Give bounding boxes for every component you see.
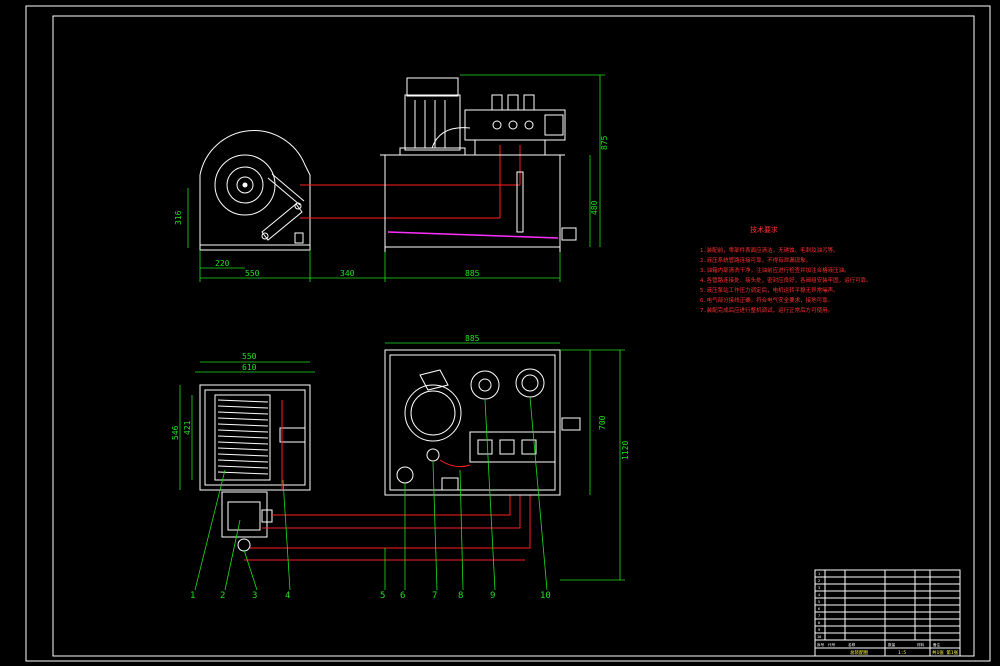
winch-drum-center [242,182,248,188]
pressure-gauge-dial [521,374,539,392]
pipe-plan-2 [262,495,521,529]
tech-req-line-1: 1.装配前，零部件表面应清洁，无锈蚀、毛刺及油污等。 [700,246,839,254]
side-valve [561,417,581,431]
plan-view: 550 610 546 421 885 700 1120 [171,334,630,581]
solenoid-valve-1 [491,94,503,111]
balloon-6: 6 [400,591,405,601]
valve-block-base [474,139,546,156]
tb-row-2: 2 [818,579,820,583]
filter-plan [470,370,500,400]
tb-row-6: 6 [818,607,820,611]
balloon-7: 7 [432,591,437,601]
dim-875-label: 875 [600,135,609,150]
valve-plan-2 [499,439,515,455]
dim-421-label: 421 [183,420,192,435]
oil-tank-plan [384,349,561,496]
balloon-1: 1 [190,591,195,601]
solenoid-valve-2 [507,94,519,111]
balloon-3: 3 [252,591,257,601]
tb-row-3: 3 [818,586,820,590]
tb-row-9: 9 [818,628,820,632]
pipe-plan-3 [250,495,531,549]
title-block: 1 2 3 4 5 6 7 8 9 10 序号 代号 名称 数量 材料 备注 总… [814,569,961,657]
motor-plan-outer [404,384,462,442]
tb-header-5: 材料 [917,642,925,647]
motor-body [404,94,461,151]
tb-header-4: 数量 [888,642,896,647]
tb-row-4: 4 [818,593,820,597]
solenoid-valve-3 [523,94,535,111]
cable-windings [217,399,269,475]
tech-req-line-5: 5.液压泵站工作压力调定后，电机运转平稳无异常噪声。 [700,286,839,294]
pressure-gauge [515,368,545,398]
technical-requirements: 技术要求 1.装配前，零部件表面应清洁，无锈蚀、毛刺及油污等。 2.液压系统管路… [700,225,872,314]
motor-plan-inner [410,390,456,436]
drain-valve [561,227,577,241]
balloon-9: 9 [490,591,495,601]
balloon-10: 10 [540,591,551,601]
balloon-8: 8 [458,591,463,601]
brake-arm [267,177,301,206]
tech-req-line-3: 3.油箱内部清洗干净，注油前应进行检查并加注合格液压油。 [700,266,850,274]
pump-suction [426,448,440,462]
pipe-fitting [441,477,459,491]
dim-480-label: 480 [590,200,599,215]
side-elevation-view: 316 220 550 340 885 875 480 [174,74,609,282]
filter-plan-core [478,378,492,392]
breather-cap [396,466,414,484]
relief-valve [544,114,564,136]
tb-row-7: 7 [818,614,820,618]
valve-plan-1 [477,439,493,455]
tb-header-2: 代号 [828,642,836,647]
tb-header-1: 序号 [817,642,825,647]
motor-pipe [431,127,471,149]
pipe-plan-1 [272,495,511,516]
motor-flange [399,147,466,156]
dim-885-label: 885 [465,269,480,278]
tb-row-10: 10 [817,635,821,639]
winch-base-plate [199,244,311,251]
brake-unit-plan [279,427,306,443]
valve-knob-2 [508,120,518,130]
tb-row-8: 8 [818,621,820,625]
tb-drawing-name: 总装配图 [850,649,868,656]
tb-row-5: 5 [818,600,820,604]
balloon-5: 5 [380,591,385,601]
tb-row-1: 1 [818,572,820,576]
motor-coupling [227,501,261,531]
dim-546-label: 546 [171,425,180,440]
balloon-2: 2 [220,591,225,601]
dim-1120-label: 1120 [621,441,630,460]
suction-pipe [439,459,471,468]
dim-220-label: 220 [215,259,230,268]
motor-fan-cover [406,77,459,97]
output-flange [237,538,251,552]
cad-drawing-canvas: 316 220 550 340 885 875 480 550 610 546 … [25,5,991,662]
brake-arm-2 [271,173,305,202]
valve-knob-1 [492,120,502,130]
dim-885-plan-label: 885 [465,334,480,343]
dim-550-label: 550 [245,269,260,278]
dim-316-label: 316 [174,210,183,225]
valve-knob-3 [524,120,534,130]
tb-sheet: 共1张 第1张 [932,649,959,656]
dim-340-label: 340 [340,269,355,278]
tech-req-line-7: 7.装配完成后应进行整机调试，运行正常后方可使用。 [700,306,833,314]
cylinder-mount [294,232,304,244]
valve-stack-plan [469,431,556,463]
leader-lines [194,396,548,591]
tech-req-line-4: 4.各管路连接处、接头处，密封应良好，各阀组安装牢固，运行可靠。 [700,276,872,284]
tb-header-3: 名称 [848,642,856,647]
winch-housing-side [199,130,311,246]
tech-req-line-2: 2.液压系统管路连接可靠，不得有泄漏现象。 [700,256,811,264]
balloon-4: 4 [285,591,290,601]
oil-level-line [387,231,559,239]
dim-700-label: 700 [598,415,607,430]
tb-scale: 1:5 [898,650,906,656]
tech-req-title: 技术要求 [750,225,778,234]
tb-header-6: 备注 [933,642,941,647]
dim-550-plan-label: 550 [242,352,257,361]
tech-req-line-6: 6.电气部分接线正确，符合电气安全要求，接地可靠。 [700,296,833,304]
dim-610-plan-label: 610 [242,363,257,372]
